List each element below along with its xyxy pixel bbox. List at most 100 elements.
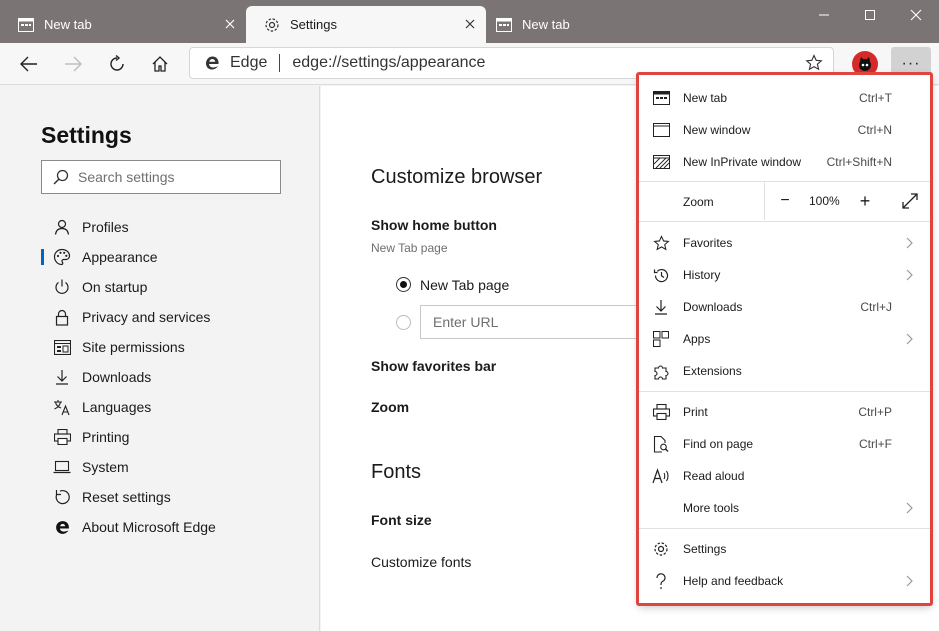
address-url[interactable]: edge://settings/appearance [292,54,485,72]
search-placeholder: Search settings [78,169,175,185]
chevron-right-icon [906,333,913,345]
sidebar-item-downloads[interactable]: Downloads [41,362,216,392]
customize-fonts-link[interactable]: Customize fonts [371,554,471,570]
star-icon [652,234,670,252]
more-tools-spacer [652,499,670,517]
read-aloud-icon [652,467,670,485]
search-icon [53,169,69,185]
download-icon [52,367,72,387]
tab-new-tab-1[interactable]: New tab [0,6,246,43]
sidebar-item-label: Profiles [82,219,129,235]
menu-item-label: New tab [683,91,728,105]
radio-enter-url[interactable] [396,315,411,330]
page-title: Settings [41,122,132,148]
languages-icon [52,397,72,417]
zoom-setting-label: Zoom [371,399,410,415]
menu-shortcut: Ctrl+Shift+N [826,155,892,169]
close-icon[interactable] [222,16,238,32]
menu-item-extensions[interactable]: Extensions [639,355,931,387]
menu-item-label: More tools [683,501,740,515]
menu-divider [639,221,931,222]
home-button[interactable] [143,47,177,81]
palette-icon [52,247,72,267]
history-icon [652,266,670,284]
radio-new-tab-page[interactable] [396,277,411,292]
menu-item-find-on-page[interactable]: Find on page Ctrl+F [639,428,931,460]
menu-item-settings[interactable]: Settings [639,533,931,565]
tab-new-tab-2[interactable]: New tab [478,6,718,43]
sidebar-item-profiles[interactable]: Profiles [41,212,216,242]
menu-item-label: Find on page [683,437,754,451]
show-home-button-label: Show home button [371,217,497,233]
favorite-star-icon[interactable] [805,54,823,72]
fullscreen-icon[interactable] [900,191,920,211]
minimize-button[interactable] [801,0,847,30]
maximize-button[interactable] [847,0,893,30]
site-permissions-icon [52,337,72,357]
menu-shortcut: Ctrl+T [859,91,892,105]
close-window-button[interactable] [893,0,939,30]
zoom-label: Zoom [683,195,714,209]
menu-shortcut: Ctrl+N [857,123,892,137]
zoom-separator [764,182,765,220]
zoom-in-button[interactable]: + [855,191,875,211]
sidebar-item-privacy[interactable]: Privacy and services [41,302,216,332]
back-arrow-icon [20,56,37,72]
sidebar-item-appearance[interactable]: Appearance [41,242,216,272]
menu-item-label: Extensions [683,364,742,378]
tab-settings[interactable]: Settings [246,6,486,43]
sidebar-item-system[interactable]: System [41,452,216,482]
menu-shortcut: Ctrl+P [858,405,892,419]
printer-icon [652,403,670,421]
sidebar-item-label: System [82,459,129,475]
puzzle-icon [652,362,670,380]
tab-title: Settings [290,17,337,32]
avatar[interactable] [852,51,878,77]
menu-item-downloads[interactable]: Downloads Ctrl+J [639,291,931,323]
power-icon [52,277,72,297]
gear-icon [652,540,670,558]
font-size-label: Font size [371,512,432,528]
home-button-sub-label: New Tab page [371,241,448,255]
menu-divider [639,391,931,392]
back-button[interactable] [12,47,46,81]
refresh-button[interactable] [100,47,134,81]
menu-item-label: New window [683,123,751,137]
sidebar-item-label: Reset settings [82,489,171,505]
home-url-input[interactable]: Enter URL [420,305,640,339]
menu-item-favorites[interactable]: Favorites [639,227,931,259]
refresh-icon [110,55,124,71]
menu-item-print[interactable]: Print Ctrl+P [639,396,931,428]
menu-item-help-and-feedback[interactable]: Help and feedback [639,565,931,597]
menu-item-new-inprivate-window[interactable]: New InPrivate window Ctrl+Shift+N [639,146,931,178]
title-bar: New tab Settings New tab [0,0,939,43]
sidebar-item-about[interactable]: About Microsoft Edge [41,512,216,542]
menu-divider [639,528,931,529]
sidebar-item-site-permissions[interactable]: Site permissions [41,332,216,362]
menu-item-label: Apps [683,332,711,346]
sidebar-item-languages[interactable]: Languages [41,392,216,422]
close-icon [910,9,922,21]
menu-item-more-tools[interactable]: More tools [639,492,931,524]
sidebar-item-label: Downloads [82,369,152,385]
menu-item-new-window[interactable]: New window Ctrl+N [639,114,931,146]
find-icon [652,435,670,453]
menu-item-apps[interactable]: Apps [639,323,931,355]
sidebar-item-on-startup[interactable]: On startup [41,272,216,302]
zoom-out-button[interactable]: − [775,191,795,211]
menu-item-history[interactable]: History [639,259,931,291]
sidebar-item-reset-settings[interactable]: Reset settings [41,482,216,512]
edge-logo-icon [52,517,72,537]
search-input[interactable]: Search settings [41,160,281,194]
chevron-right-icon [906,269,913,281]
menu-item-read-aloud[interactable]: Read aloud [639,460,931,492]
forward-button[interactable] [56,47,90,81]
close-icon[interactable] [462,16,478,32]
new-tab-icon [496,17,512,33]
sidebar-item-printing[interactable]: Printing [41,422,216,452]
menu-item-new-tab[interactable]: New tab Ctrl+T [639,82,931,114]
sidebar-item-label: On startup [82,279,148,295]
menu-item-label: Print [683,405,708,419]
menu-item-label: Downloads [683,300,743,314]
customize-browser-heading: Customize browser [371,166,543,188]
